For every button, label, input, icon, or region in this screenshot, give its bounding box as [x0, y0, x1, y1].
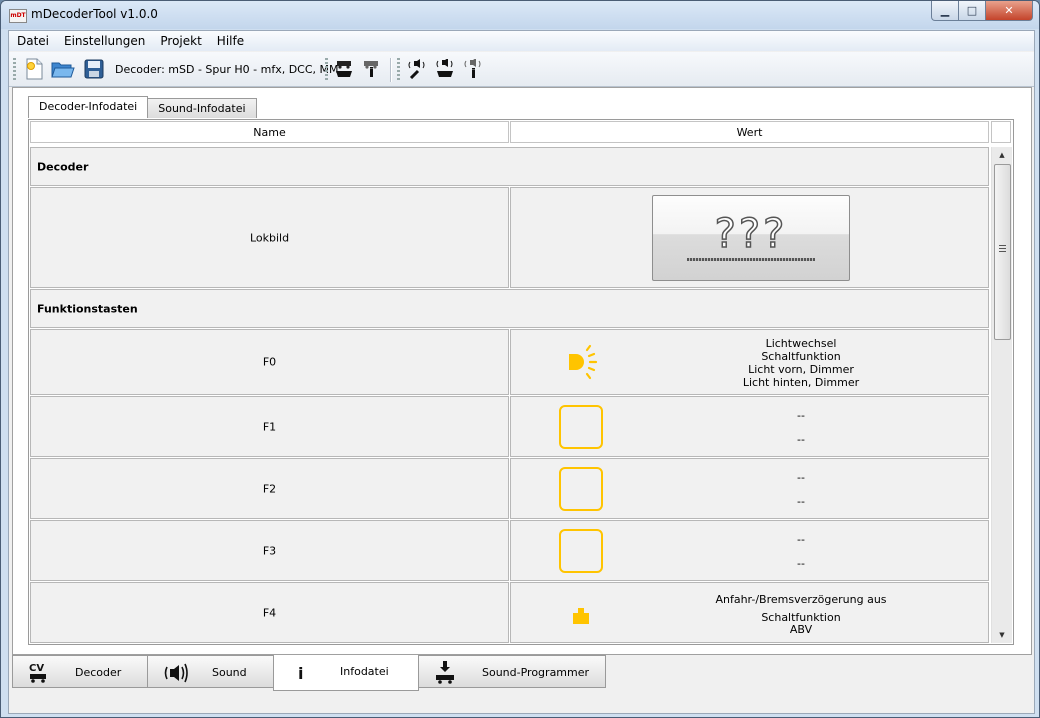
table-row-f4: F4 Anfahr-/Bremsverzögerung aus Schaltfu… [30, 582, 990, 643]
tab-label: Sound [212, 666, 247, 679]
empty-function-icon[interactable] [559, 528, 603, 573]
function-key-label: F2 [262, 482, 277, 495]
tab-label: Sound-Programmer [482, 666, 590, 679]
table-row-f2: F2 -- -- [30, 458, 990, 519]
function-line: -- [797, 557, 805, 570]
function-description: Anfahr-/Bremsverzögerung aus Schaltfunkt… [701, 594, 901, 636]
empty-function-icon[interactable] [559, 404, 603, 449]
empty-function-icon[interactable] [559, 466, 603, 511]
function-line: Licht hinten, Dimmer [742, 376, 860, 389]
menu-projekt[interactable]: Projekt [152, 31, 208, 51]
close-button[interactable]: ✕ [986, 1, 1033, 21]
function-line: -- [797, 533, 805, 546]
function-key-label: F4 [262, 606, 277, 619]
toolbar-grip-3[interactable] [397, 58, 400, 82]
minimize-button[interactable]: ▁ [931, 1, 959, 21]
tab-infodatei[interactable]: i Infodatei [273, 655, 419, 691]
weight-icon[interactable] [559, 591, 603, 635]
function-line: Licht vorn, Dimmer [748, 363, 854, 376]
menu-einstellungen[interactable]: Einstellungen [56, 31, 152, 51]
new-file-icon[interactable] [22, 57, 46, 81]
window-title: mDecoderTool v1.0.0 [31, 7, 158, 21]
light-icon[interactable] [559, 340, 603, 384]
download-train-icon [433, 661, 459, 685]
column-header-value[interactable]: Wert [510, 121, 989, 143]
menu-datei[interactable]: Datei [9, 31, 56, 51]
decoder-info-page: Name Wert Decoder Lokbild ??? Funktionst… [28, 119, 1014, 645]
function-line: Lichtwechsel [765, 337, 837, 350]
section-row-decoder: Decoder [30, 147, 990, 186]
client-area: Datei Einstellungen Projekt Hilfe Decode… [8, 30, 1035, 714]
scroll-grip-icon [999, 245, 1006, 252]
tab-sound-programmer[interactable]: Sound-Programmer [418, 655, 606, 688]
tab-decoder[interactable]: CV Decoder [12, 655, 148, 688]
cv-train-icon: CV [27, 661, 53, 685]
property-table: Decoder Lokbild ??? Funktionstasten F0 L… [29, 147, 990, 643]
app-logo-icon: mDT [9, 9, 27, 23]
section-row-funktionstasten: Funktionstasten [30, 289, 990, 328]
column-header-corner [991, 121, 1011, 143]
train-export-icon[interactable] [332, 57, 356, 81]
function-line: -- [797, 471, 805, 484]
tab-sound[interactable]: Sound [147, 655, 274, 688]
menu-bar: Datei Einstellungen Projekt Hilfe [9, 31, 1034, 51]
sound-info-icon[interactable] [461, 57, 485, 81]
save-disk-icon[interactable] [82, 57, 106, 81]
lokbild-placeholder: ??? [714, 211, 788, 257]
table-row-f3: F3 -- -- [30, 520, 990, 581]
open-folder-icon[interactable] [51, 57, 75, 81]
toolbar-grip-2[interactable] [325, 58, 328, 82]
toolbar-grip[interactable] [13, 58, 16, 82]
function-description: -- -- [701, 534, 901, 570]
scroll-down-arrow-icon[interactable]: ▼ [992, 627, 1012, 643]
info-tabs: Decoder-Infodatei Sound-Infodatei [28, 96, 257, 118]
function-line: Anfahr-/Bremsverzögerung aus [715, 593, 887, 606]
sound-tool-icon[interactable] [405, 57, 429, 81]
svg-text:CV: CV [29, 663, 44, 674]
tab-sound-infodatei[interactable]: Sound-Infodatei [147, 98, 257, 118]
scroll-up-arrow-icon[interactable]: ▲ [992, 147, 1012, 163]
bottom-tab-bar: CV Decoder Sound i Infodatei Sound-Progr… [12, 655, 606, 691]
menu-hilfe[interactable]: Hilfe [209, 31, 251, 51]
svg-text:i: i [298, 664, 303, 683]
function-key-label: F1 [262, 420, 277, 433]
title-bar[interactable]: mDT mDecoderTool v1.0.0 ▁ □ ✕ [1, 1, 1039, 29]
function-description: Lichtwechsel Schaltfunktion Licht vorn, … [701, 337, 901, 389]
maximize-button[interactable]: □ [959, 1, 986, 21]
toolbar: Decoder: mSD - Spur H0 - mfx, DCC, MM [9, 52, 1034, 87]
function-line: -- [797, 495, 805, 508]
function-line: -- [797, 433, 805, 446]
function-key-label: F0 [262, 355, 277, 369]
table-row-f0: F0 Lichtwechsel Schaltfunktion Licht vor… [30, 329, 990, 395]
app-window: mDT mDecoderTool v1.0.0 ▁ □ ✕ Datei Eins… [0, 0, 1040, 718]
tab-label: Decoder [75, 666, 122, 679]
function-description: -- -- [701, 410, 901, 446]
table-row-f1: F1 -- -- [30, 396, 990, 457]
function-line: ABV [789, 623, 813, 636]
train-info-icon[interactable] [359, 57, 383, 81]
decoder-info-label: Decoder: mSD - Spur H0 - mfx, DCC, MM [115, 63, 339, 76]
speaker-icon [162, 661, 188, 685]
section-title: Decoder [37, 160, 89, 173]
section-title: Funktionstasten [37, 302, 138, 315]
info-icon: i [288, 660, 314, 684]
lokbild-label: Lokbild [249, 231, 290, 244]
sound-export-icon[interactable] [433, 57, 457, 81]
main-panel: Decoder-Infodatei Sound-Infodatei Name W… [12, 87, 1032, 655]
column-header-name[interactable]: Name [30, 121, 509, 143]
function-line: Schaltfunktion [761, 350, 841, 363]
function-description: -- -- [701, 472, 901, 508]
function-line: -- [797, 409, 805, 422]
table-row-lokbild: Lokbild ??? [30, 187, 990, 288]
function-key-label: F3 [262, 544, 277, 557]
vertical-scrollbar[interactable]: ▲ ▼ [991, 147, 1012, 643]
toolbar-separator [390, 58, 392, 82]
tab-label: Infodatei [340, 665, 389, 678]
scrollbar-thumb[interactable] [994, 164, 1011, 340]
lokbild-image-button[interactable]: ??? [652, 195, 850, 281]
tab-decoder-infodatei[interactable]: Decoder-Infodatei [28, 96, 149, 118]
lokbild-track-icon [687, 258, 815, 261]
